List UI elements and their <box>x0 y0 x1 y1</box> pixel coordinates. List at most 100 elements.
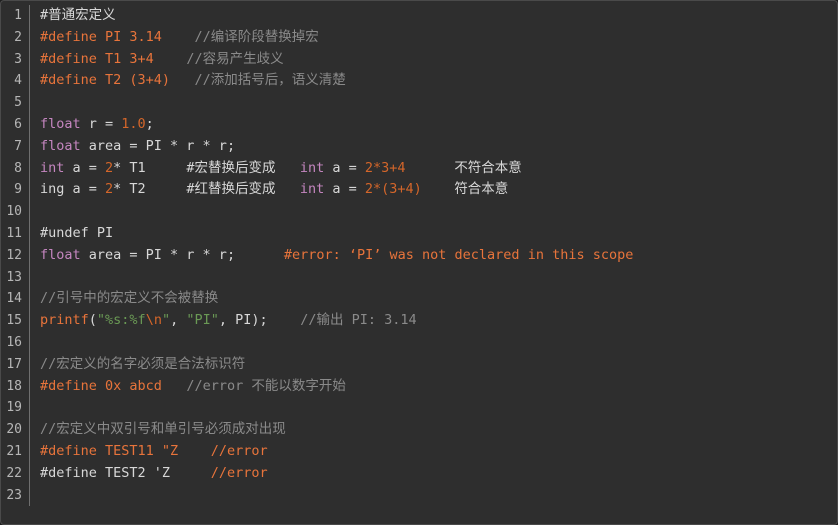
code-token-comment: //引号中的宏定义不会被替换 <box>40 290 219 307</box>
code-token-cn: #宏替换后变成 <box>186 159 276 176</box>
code-line-content[interactable]: #define TEST2 'Z //error <box>30 463 837 485</box>
code-line-content[interactable]: float r = 1.0; <box>30 114 837 136</box>
code-token-plain: a = <box>324 181 365 198</box>
code-line-content[interactable]: float area = PI * r * r; #error: ‘PI’ wa… <box>30 245 837 267</box>
gutter-divider <box>29 92 30 114</box>
code-token-pre: //error <box>210 464 268 481</box>
code-line-content[interactable]: //宏定义中双引号和单引号必须成对出现 <box>30 419 837 441</box>
code-line[interactable]: 13 <box>1 266 837 289</box>
code-token-keyword: int <box>299 159 325 176</box>
line-number: 7 <box>14 138 22 154</box>
code-line[interactable]: 10 <box>1 201 837 223</box>
code-token-pre: #define PI 3.14 <box>40 28 162 45</box>
code-token-pre: #define T1 3+4 <box>40 50 154 67</box>
gutter-divider <box>29 266 30 289</box>
code-token-comment: //宏定义中双引号和单引号必须成对出现 <box>40 421 286 438</box>
code-line[interactable]: 11 #undef PI <box>1 222 837 245</box>
code-line[interactable]: 14 //引号中的宏定义不会被替换 <box>1 288 837 311</box>
code-line-content[interactable]: #define PI 3.14 //编译阶段替换掉宏 <box>30 27 837 49</box>
code-line[interactable]: 21 #define TEST11 "Z //error <box>1 440 837 463</box>
code-line[interactable]: 22 #define TEST2 'Z //error <box>1 462 837 485</box>
code-line-content[interactable]: float area = PI * r * r; <box>30 136 837 158</box>
code-line[interactable]: 8 int a = 2* T1 #宏替换后变成 int a = 2*3+4 不符合… <box>1 157 837 180</box>
code-line[interactable]: 16 <box>1 331 837 354</box>
code-line-content[interactable]: #define TEST11 "Z //error <box>30 441 837 463</box>
line-number: 11 <box>6 225 22 241</box>
code-token-comment: //输出 PI: 3.14 <box>300 312 417 329</box>
code-token-pre: #define 0x abcd <box>40 377 162 394</box>
line-number: 5 <box>14 95 22 111</box>
code-token-plain: , PI); <box>218 312 268 329</box>
code-line[interactable]: 4 #define T2 (3+4) //添加括号后，语义清楚 <box>1 70 837 93</box>
code-token-number: 2*3+4 <box>364 159 406 176</box>
code-token-plain: a = <box>324 159 365 176</box>
code-line-content[interactable]: #define 0x abcd //error 不能以数字开始 <box>30 376 837 398</box>
code-token-plain: , <box>170 312 187 329</box>
code-token-comment: //宏定义的名字必须是合法标识符 <box>40 355 246 372</box>
line-number: 20 <box>6 422 22 438</box>
code-line[interactable]: 5 <box>1 92 837 114</box>
code-line-content[interactable]: printf("%s:%f\n", "PI", PI); //输出 PI: 3.… <box>30 310 837 332</box>
code-token-plain: #普通宏定义 <box>40 7 116 23</box>
line-number: 10 <box>6 204 22 220</box>
code-line-content[interactable]: #define T1 3+4 //容易产生歧义 <box>30 49 837 71</box>
code-line[interactable]: 12 float area = PI * r * r; #error: ‘PI’ … <box>1 244 837 267</box>
code-line[interactable]: 23 <box>1 484 837 507</box>
line-number: 22 <box>6 465 22 481</box>
code-token-comment: //添加括号后，语义清楚 <box>194 72 346 89</box>
line-number: 6 <box>14 116 22 132</box>
gutter-divider <box>29 397 30 420</box>
code-token-keyword: float <box>40 246 81 263</box>
line-number: 2 <box>14 29 22 45</box>
code-line[interactable]: 6 float r = 1.0; <box>1 113 837 136</box>
code-line-content[interactable]: int a = 2* T1 #宏替换后变成 int a = 2*3+4 不符合本… <box>30 158 837 180</box>
code-line-content[interactable]: //宏定义的名字必须是合法标识符 <box>30 354 837 376</box>
code-line-content[interactable]: #undef PI <box>30 223 837 245</box>
line-number: 3 <box>14 51 22 67</box>
code-token-pre: #define TEST11 "Z <box>40 442 179 459</box>
code-line-content[interactable]: #普通宏定义 <box>30 5 837 27</box>
code-editor-window[interactable]: 1 #普通宏定义 2 #define PI 3.14 //编译阶段替换掉宏 3 #defi… <box>0 0 838 525</box>
line-number: 4 <box>14 73 22 89</box>
code-line-content[interactable]: ing a = 2* T2 #红替换后变成 int a = 2*(3+4) 符合… <box>30 179 837 201</box>
code-line[interactable]: 15 printf("%s:%f\n", "PI", PI); //输出 PI: … <box>1 310 837 332</box>
code-token-number: 2 <box>105 159 114 176</box>
code-token-pre: //error <box>210 442 268 459</box>
code-line[interactable]: 7 float area = PI * r * r; <box>1 135 837 158</box>
code-token-comment: //error 不能以数字开始 <box>186 377 346 394</box>
line-number: 16 <box>6 334 22 350</box>
code-line[interactable]: 18 #define 0x abcd //error 不能以数字开始 <box>1 375 837 398</box>
code-line[interactable]: 9 ing a = 2* T2 #红替换后变成 int a = 2*(3+4) 符… <box>1 179 837 202</box>
code-token-keyword: float <box>40 115 81 132</box>
code-token-plain: ing a = <box>40 181 106 198</box>
code-token-cn: 符合本意 <box>454 181 509 198</box>
code-line[interactable]: 19 <box>1 397 837 420</box>
gutter-divider <box>29 201 30 223</box>
code-line[interactable]: 17 //宏定义的名字必须是合法标识符 <box>1 353 837 376</box>
code-line[interactable]: 2 #define PI 3.14 //编译阶段替换掉宏 <box>1 26 837 49</box>
code-line[interactable]: 1 #普通宏定义 <box>1 5 837 27</box>
code-line[interactable]: 3 #define T1 3+4 //容易产生歧义 <box>1 48 837 71</box>
code-token-plain: area = PI * r * r; <box>80 246 236 263</box>
code-token-plain: #define TEST2 'Z <box>40 464 171 481</box>
line-number: 18 <box>6 378 22 394</box>
line-number: 14 <box>6 291 22 307</box>
code-token-comment: //容易产生歧义 <box>186 50 284 67</box>
code-line-content[interactable]: //引号中的宏定义不会被替换 <box>30 288 837 310</box>
code-token-error: #error: ‘PI’ was not declared in this sc… <box>283 246 634 263</box>
code-token-plain: #undef PI <box>40 224 114 241</box>
code-line[interactable]: 20 //宏定义中双引号和单引号必须成对出现 <box>1 419 837 441</box>
code-token-plain: * T1 <box>113 159 146 176</box>
code-line-content[interactable]: #define T2 (3+4) //添加括号后，语义清楚 <box>30 70 837 92</box>
code-token-keyword: float <box>40 137 81 154</box>
code-token-plain: a = <box>64 159 106 176</box>
code-token-number: 1.0 <box>121 115 146 132</box>
